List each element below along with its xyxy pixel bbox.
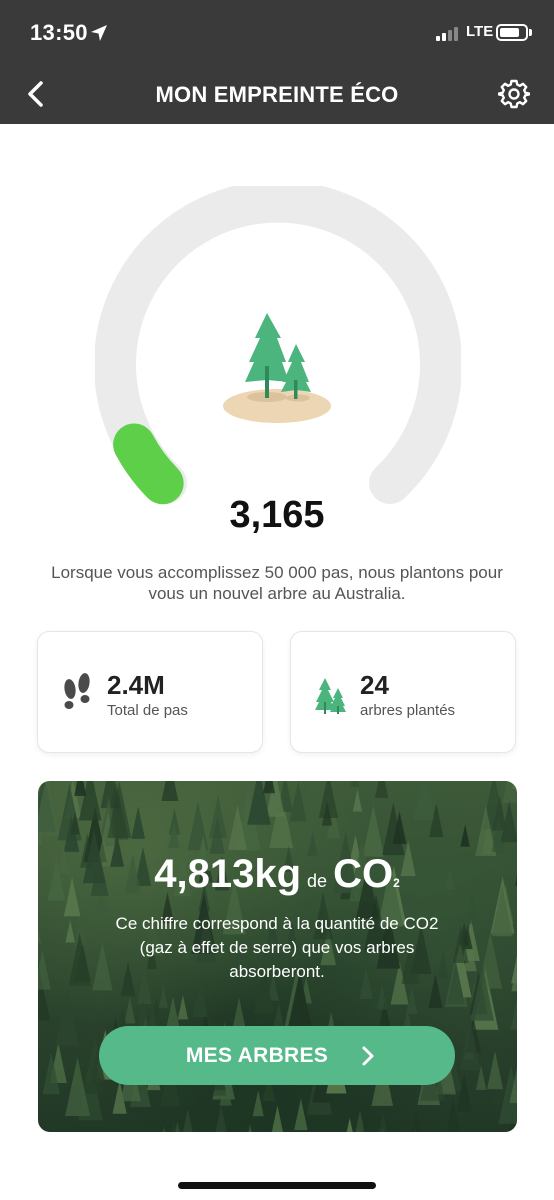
ring-progress xyxy=(113,423,184,505)
network-label: LTE xyxy=(466,23,494,40)
co2-amount: 4,813kg xyxy=(154,852,302,896)
trees-planted-label: arbres plantés xyxy=(360,702,456,719)
battery-icon xyxy=(496,24,528,41)
nav-bar: MON EMPREINTE ÉCO xyxy=(0,64,554,124)
total-steps-label: Total de pas xyxy=(107,702,188,719)
settings-icon[interactable] xyxy=(498,78,530,110)
steps-progress-ring xyxy=(95,186,461,505)
chevron-right-icon xyxy=(362,1046,374,1066)
current-steps-count: 3,165 xyxy=(229,494,325,536)
co2-connector: de xyxy=(307,871,328,891)
co2-unit: CO xyxy=(333,852,394,896)
status-bar: 13:50 LTE xyxy=(0,0,554,64)
battery-tip xyxy=(529,29,532,36)
trees-icon xyxy=(315,678,346,714)
total-steps-value: 2.4M xyxy=(107,670,165,700)
tree-illustration xyxy=(223,313,331,423)
tree-goal-description: Lorsque vous accomplissez 50 000 pas, no… xyxy=(51,563,503,603)
mes-arbres-button[interactable]: MES ARBRES xyxy=(99,1026,455,1085)
trees-planted-value: 24 xyxy=(360,670,389,700)
co2-subscript: 2 xyxy=(393,876,400,890)
signal-icon xyxy=(436,25,462,41)
trees-planted-card: 24 arbres plantés xyxy=(290,631,516,753)
total-steps-card: 2.4M Total de pas xyxy=(37,631,263,753)
home-indicator xyxy=(178,1182,376,1189)
co2-description: Ce chiffre correspond à la quantité de C… xyxy=(115,914,439,981)
page-title: MON EMPREINTE ÉCO xyxy=(155,82,399,107)
co2-headline: 4,813kg de CO2 xyxy=(0,852,554,897)
location-arrow-icon xyxy=(91,25,107,41)
footprints-icon xyxy=(64,673,90,709)
status-time: 13:50 xyxy=(30,20,88,45)
